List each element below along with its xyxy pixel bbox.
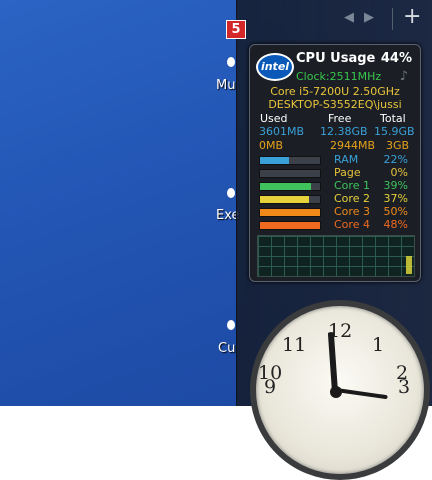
usage-bar [259,182,321,191]
clock-center-pin [330,386,342,398]
page-total: 3GB [386,139,410,152]
ram-used: 3601MB [259,125,305,138]
notification-badge: 5 [226,20,246,39]
usage-bar-fill [260,196,309,203]
music-note-icon[interactable]: ♪ [400,69,408,84]
page-free: 2944MB [330,139,376,152]
usage-label: RAM [334,153,359,166]
cpu-usage-gadget[interactable]: intel CPU Usage 44% Clock:2511MHz ♪ Core… [249,44,421,282]
minute-hand [335,388,388,400]
usage-bar-fill [260,222,320,229]
cpu-usage-percent: 44% [380,51,412,66]
usage-label: Core 4 [334,218,370,231]
usage-label: Core 3 [334,205,370,218]
usage-bar-fill [260,209,320,216]
usage-bar-fill [260,157,290,164]
desktop-shortcut-label[interactable]: Cu [218,341,235,356]
add-gadget-button[interactable]: + [403,4,421,30]
usage-label: Core 1 [334,179,370,192]
usage-bar [259,156,321,165]
usage-bar-fill [260,183,312,190]
prev-page-icon[interactable]: ◀ [344,10,364,25]
intel-logo: intel [256,53,294,81]
cpu-model: Core i5-7200U 2.50GHz [270,85,400,98]
desktop-shortcut-icon[interactable] [227,188,235,198]
usage-value: 39% [383,179,408,192]
usage-value: 50% [383,205,408,218]
usage-label: Page [334,166,361,179]
clock-numeral: 11 [282,334,307,356]
clock-numeral: 3 [398,376,411,398]
graph-spike [406,256,412,274]
host-name: DESKTOP-S3552EQ\jussi [268,98,402,111]
usage-value: 48% [383,218,408,231]
clock-numeral: 1 [372,334,385,356]
desktop-shortcut-icon[interactable] [227,320,235,330]
header-used: Used [260,112,288,125]
usage-value: 22% [383,153,408,166]
nav-divider [392,8,393,30]
desktop-shortcut-label[interactable]: Mu [216,78,235,93]
usage-value: 0% [390,166,408,179]
gadget-title: CPU Usage [296,51,376,66]
header-free: Free [328,112,352,125]
cpu-history-graph [257,235,415,277]
usage-bar [259,195,321,204]
usage-bar [259,221,321,230]
page-used: 0MB [259,139,284,152]
clock-gadget[interactable]: 12 1 11 2 10 3 9 [250,300,430,480]
next-page-icon[interactable]: ▶ [364,10,384,25]
ram-total: 15.9GB [374,125,415,138]
usage-label: Core 2 [334,192,370,205]
clock-numeral: 9 [264,376,277,398]
sidebar-nav: ◀▶ [344,10,384,25]
ram-free: 12.38GB [320,125,368,138]
header-total: Total [380,112,406,125]
usage-value: 37% [383,192,408,205]
usage-bar [259,169,321,178]
desktop-shortcut-icon[interactable] [227,57,235,67]
cpu-clock-speed: Clock:2511MHz [296,70,382,83]
usage-bar [259,208,321,217]
